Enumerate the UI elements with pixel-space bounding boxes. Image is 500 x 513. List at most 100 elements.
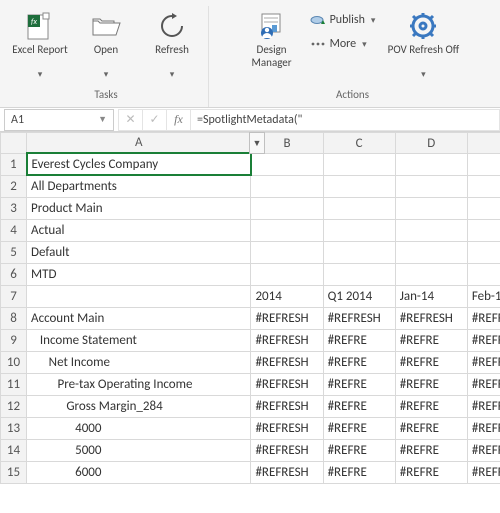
cell[interactable]	[251, 175, 323, 197]
cell[interactable]: #REFRESH	[467, 307, 500, 329]
spreadsheet-grid[interactable]: A B C D E 1Everest Cycles Company2All De…	[0, 132, 500, 484]
cell[interactable]: Q1 2014	[323, 285, 395, 307]
cell[interactable]: All Departments	[27, 175, 251, 197]
pov-refresh-button[interactable]: POV Refresh Off ▾	[383, 6, 463, 84]
row-header[interactable]: 1	[1, 153, 27, 175]
cell[interactable]: #REFRESH	[251, 307, 323, 329]
cell[interactable]	[467, 219, 500, 241]
more-button[interactable]: More ▾	[308, 34, 378, 54]
cell[interactable]: 2014	[251, 285, 323, 307]
cell[interactable]	[251, 219, 323, 241]
cell[interactable]: #REFRE	[323, 373, 395, 395]
cell[interactable]: #REFRE	[467, 417, 500, 439]
cell[interactable]: 5000	[27, 439, 251, 461]
row-header[interactable]: 13	[1, 417, 27, 439]
cell[interactable]: #REFRE	[395, 329, 467, 351]
cell[interactable]: #REFRESH	[251, 417, 323, 439]
cell[interactable]: #REFRE	[395, 439, 467, 461]
row-header[interactable]: 7	[1, 285, 27, 307]
cell[interactable]: #REFRE	[467, 461, 500, 483]
col-header[interactable]: E	[467, 133, 500, 154]
cell[interactable]	[323, 153, 395, 175]
cell[interactable]: #REFRE	[395, 417, 467, 439]
cell[interactable]: #REFRESH	[251, 351, 323, 373]
insert-function-button[interactable]: fx	[166, 109, 190, 131]
col-header[interactable]: D	[395, 133, 467, 154]
cell[interactable]: #REFRESH	[251, 373, 323, 395]
cell[interactable]: #REFRESH	[251, 395, 323, 417]
cell[interactable]: #REFRESH	[323, 307, 395, 329]
cell[interactable]: #REFRE	[467, 329, 500, 351]
cell[interactable]	[323, 175, 395, 197]
cell[interactable]: #REFRE	[467, 439, 500, 461]
cell[interactable]: #REFRE	[323, 461, 395, 483]
cell[interactable]: #REFRE	[323, 351, 395, 373]
cell[interactable]	[323, 263, 395, 285]
cell[interactable]	[467, 263, 500, 285]
cell[interactable]	[395, 197, 467, 219]
design-manager-button[interactable]: Design Manager	[242, 6, 302, 74]
cell[interactable]	[323, 241, 395, 263]
cell[interactable]: Jan-14	[395, 285, 467, 307]
cell[interactable]: Gross Margin_284	[27, 395, 251, 417]
row-header[interactable]: 12	[1, 395, 27, 417]
cell[interactable]: Actual	[27, 219, 251, 241]
cell[interactable]: Default	[27, 241, 251, 263]
cell[interactable]: #REFRESH	[395, 307, 467, 329]
enter-formula-button[interactable]: ✓	[142, 109, 166, 131]
name-box[interactable]: A1 ▼	[4, 109, 114, 131]
row-header[interactable]: 11	[1, 373, 27, 395]
publish-button[interactable]: Publish ▾	[308, 10, 378, 30]
cancel-formula-button[interactable]: ✕	[118, 109, 142, 131]
cell[interactable]	[251, 263, 323, 285]
cell[interactable]	[323, 197, 395, 219]
cell[interactable]: #REFRE	[323, 439, 395, 461]
col-header[interactable]: C	[323, 133, 395, 154]
row-header[interactable]: 8	[1, 307, 27, 329]
excel-report-button[interactable]: fx Excel Report ▾	[10, 6, 70, 84]
cell[interactable]	[251, 153, 323, 175]
cell[interactable]: 4000	[27, 417, 251, 439]
row-header[interactable]: 6	[1, 263, 27, 285]
row-header[interactable]: 14	[1, 439, 27, 461]
cell[interactable]: #REFRE	[323, 395, 395, 417]
cell[interactable]: #REFRESH	[251, 329, 323, 351]
cell[interactable]	[467, 241, 500, 263]
cell[interactable]: Net Income	[27, 351, 251, 373]
cell[interactable]: 6000	[27, 461, 251, 483]
cell[interactable]: Feb-14	[467, 285, 500, 307]
cell[interactable]: #REFRE	[467, 351, 500, 373]
cell[interactable]: #REFRE	[395, 395, 467, 417]
cell[interactable]: #REFRE	[395, 373, 467, 395]
row-header[interactable]: 3	[1, 197, 27, 219]
refresh-button[interactable]: Refresh ▾	[142, 6, 202, 84]
row-header[interactable]: 4	[1, 219, 27, 241]
cell[interactable]	[395, 241, 467, 263]
cell[interactable]: #REFRE	[395, 461, 467, 483]
formula-input[interactable]: =SpotlightMetadata("	[191, 109, 500, 131]
cell[interactable]	[27, 285, 251, 307]
row-header[interactable]: 9	[1, 329, 27, 351]
cell[interactable]: #REFRE	[467, 395, 500, 417]
cell[interactable]	[395, 219, 467, 241]
cell[interactable]: #REFRE	[395, 351, 467, 373]
cell[interactable]: Account Main	[27, 307, 251, 329]
row-header[interactable]: 2	[1, 175, 27, 197]
cell[interactable]: #REFRESH	[251, 461, 323, 483]
cell[interactable]	[395, 153, 467, 175]
cell[interactable]	[251, 197, 323, 219]
cell[interactable]: Income Statement	[27, 329, 251, 351]
cell[interactable]: MTD	[27, 263, 251, 285]
cell[interactable]	[467, 153, 500, 175]
cell[interactable]: #REFRE	[323, 417, 395, 439]
select-all-corner[interactable]	[1, 133, 27, 154]
cell[interactable]: #REFRESH	[251, 439, 323, 461]
cell[interactable]	[395, 175, 467, 197]
cell[interactable]	[467, 197, 500, 219]
data-validation-dropdown[interactable]: ▼	[249, 132, 265, 154]
cell[interactable]: Product Main	[27, 197, 251, 219]
cell[interactable]: Everest Cycles Company	[27, 153, 251, 175]
col-header[interactable]: A	[27, 133, 251, 154]
row-header[interactable]: 10	[1, 351, 27, 373]
cell[interactable]: #REFRE	[467, 373, 500, 395]
